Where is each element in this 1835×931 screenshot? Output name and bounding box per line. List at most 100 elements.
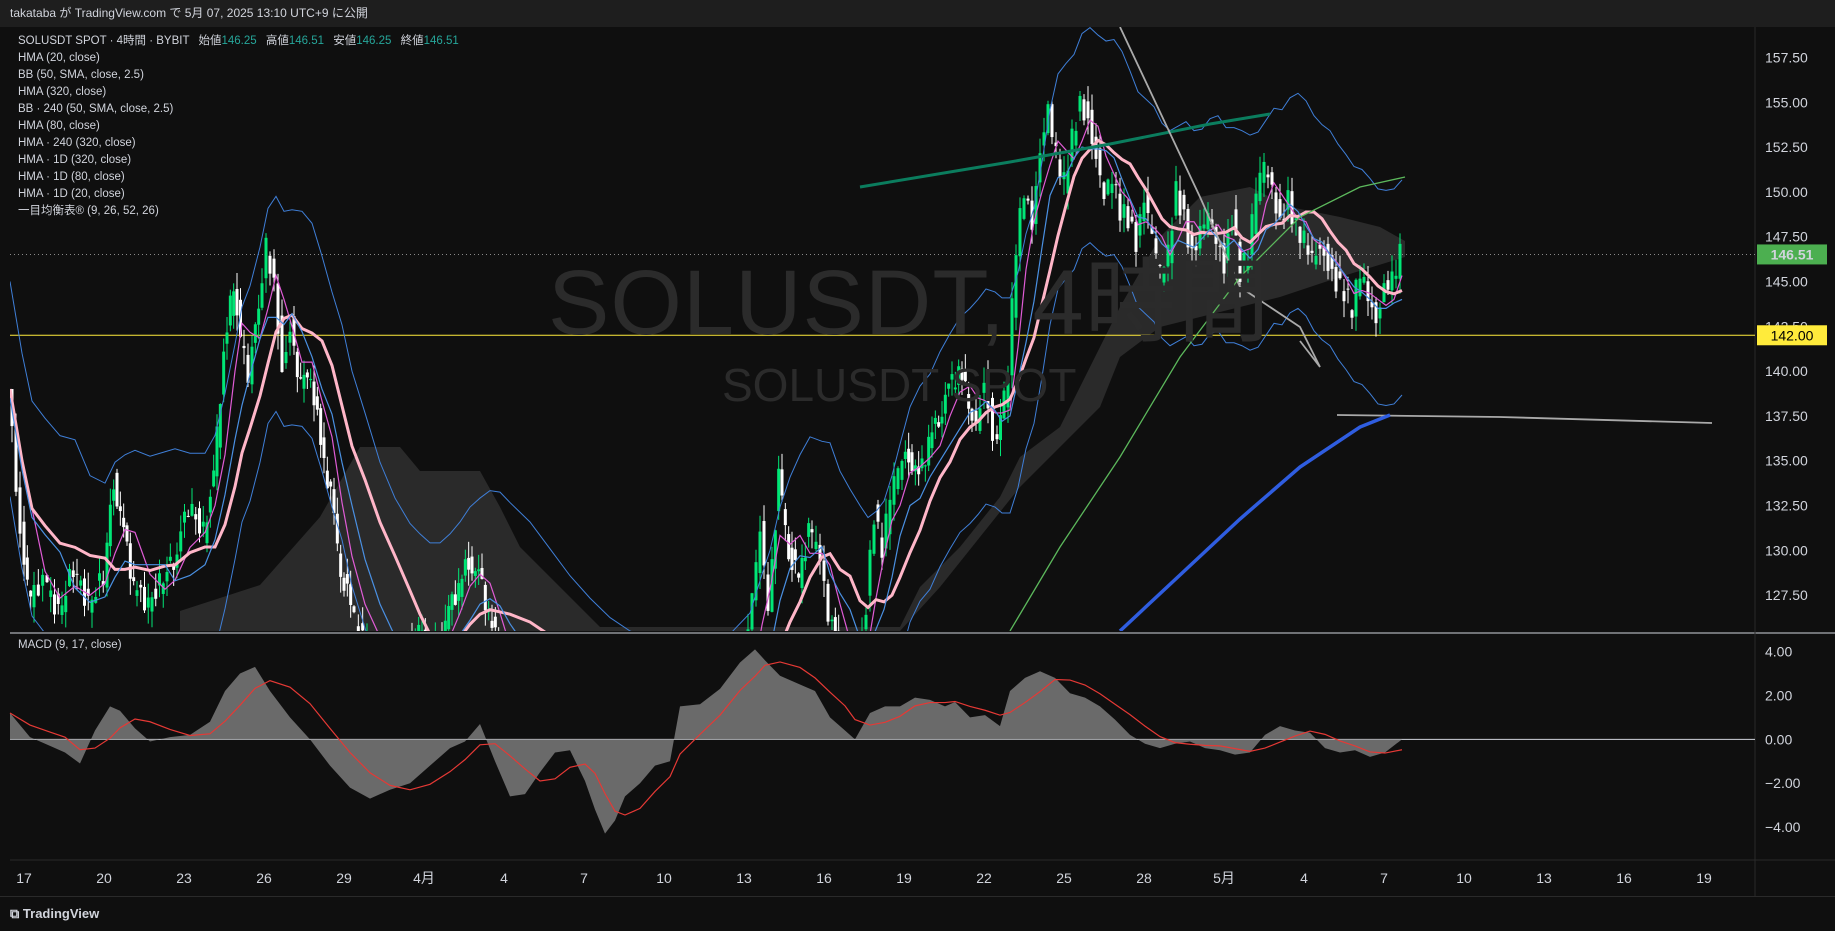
candle-body xyxy=(264,237,268,279)
time-tick-label: 25 xyxy=(1056,870,1072,886)
candle-body xyxy=(1362,276,1366,283)
candle-body xyxy=(923,465,927,467)
candle-body xyxy=(1258,172,1262,202)
candle-body xyxy=(1098,148,1102,176)
candle-body xyxy=(1298,226,1302,243)
time-tick-label: 23 xyxy=(176,870,192,886)
candle-body xyxy=(1182,194,1186,210)
candle-body xyxy=(1078,95,1082,112)
candle-body xyxy=(880,537,884,558)
candle-body xyxy=(777,468,781,512)
macd-legend[interactable]: MACD (9, 17, close) xyxy=(18,639,122,651)
candle-body xyxy=(198,508,201,534)
time-tick-label: 10 xyxy=(656,870,672,886)
candle-body xyxy=(868,549,872,596)
candle-body xyxy=(453,594,457,605)
candle-body xyxy=(228,295,232,326)
candle-body xyxy=(1106,179,1110,195)
candle-body xyxy=(345,574,349,584)
candle-body xyxy=(1266,174,1270,178)
candle-body xyxy=(1346,288,1350,290)
macd-tick-label: 4.00 xyxy=(1765,644,1792,660)
legend-indicator[interactable]: 一目均衡表® (9, 26, 52, 26) xyxy=(18,203,459,220)
legend-high-label: 高値 xyxy=(265,35,289,47)
candle-body xyxy=(460,578,464,597)
legend-indicator[interactable]: BB (50, SMA, close, 2.5) xyxy=(18,67,459,84)
time-tick-label: 7 xyxy=(1380,870,1388,886)
candle-body xyxy=(1262,161,1266,183)
candle-body xyxy=(490,620,494,628)
legend-indicator[interactable]: HMA (320, close) xyxy=(18,84,459,101)
time-tick-label: 26 xyxy=(256,870,272,886)
candle-body xyxy=(128,543,132,579)
candle-body xyxy=(168,556,172,561)
macd-tick-label: −4.00 xyxy=(1765,819,1801,835)
candle-body xyxy=(810,529,814,533)
candle-body xyxy=(800,557,804,588)
legend-indicator[interactable]: HMA (80, close) xyxy=(18,118,459,135)
candle-body xyxy=(288,331,292,343)
candle-body xyxy=(139,584,143,588)
price-tick-label: 150.00 xyxy=(1765,184,1808,200)
legend-high: 146.51 xyxy=(288,35,325,47)
price-tick-label: 155.00 xyxy=(1765,94,1808,110)
candle-body xyxy=(470,556,474,574)
candle-body xyxy=(1398,243,1402,279)
candle-body xyxy=(60,605,64,615)
candle-body xyxy=(930,432,934,449)
legend-indicator[interactable]: BB · 240 (50, SMA, close, 2.5) xyxy=(18,101,459,118)
candle-body xyxy=(758,531,762,574)
candle-body xyxy=(284,352,288,364)
legend-indicator[interactable]: HMA · 1D (20, close) xyxy=(18,186,459,203)
candle-body xyxy=(822,560,826,581)
candle-body xyxy=(118,506,122,512)
legend-indicator[interactable]: HMA · 1D (320, close) xyxy=(18,152,459,169)
candle-body xyxy=(493,616,497,628)
legend: SOLUSDT SPOT · 4時間 · BYBIT 始値146.25 高値14… xyxy=(18,33,459,220)
candle-body xyxy=(783,509,787,526)
tradingview-logo-icon: ⧉ xyxy=(10,906,23,921)
candle-body xyxy=(115,472,119,507)
legend-indicator[interactable]: HMA · 240 (320, close) xyxy=(18,135,459,152)
legend-ohlc-row: SOLUSDT SPOT · 4時間 · BYBIT 始値146.25 高値14… xyxy=(18,33,459,50)
legend-indicator[interactable]: HMA (20, close) xyxy=(18,50,459,67)
legend-indicator[interactable]: HMA · 1D (80, close) xyxy=(18,169,459,186)
candle-body xyxy=(1394,275,1398,279)
candle-body xyxy=(299,377,303,379)
watermark-subtitle: SOLUSDT SPOT xyxy=(722,359,1077,411)
candle-body xyxy=(1110,183,1114,193)
tradingview-logo[interactable]: ⧉ TradingView xyxy=(10,906,99,922)
price-tick-label: 127.50 xyxy=(1765,587,1808,603)
time-tick-label: 13 xyxy=(736,870,752,886)
candle-body xyxy=(1130,216,1134,222)
candle-body xyxy=(302,374,306,389)
candle-body xyxy=(1378,307,1382,319)
price-tick-label: 135.00 xyxy=(1765,453,1808,469)
candle-body xyxy=(98,573,101,581)
candle-body xyxy=(463,559,467,576)
candle-body xyxy=(235,289,239,316)
candle-body xyxy=(1178,190,1182,216)
candle-body xyxy=(1306,245,1310,255)
candle-body xyxy=(165,572,169,582)
price-tick-label: 140.00 xyxy=(1765,363,1808,379)
candle-body xyxy=(253,324,257,343)
price-tick-label: 132.50 xyxy=(1765,498,1808,514)
candle-body xyxy=(64,595,68,613)
candle-body xyxy=(1082,99,1086,121)
macd-tick-label: 0.00 xyxy=(1765,731,1792,747)
time-tick-label: 16 xyxy=(816,870,832,886)
legend-open: 146.25 xyxy=(221,35,257,47)
candle-body xyxy=(71,570,75,578)
candle-body xyxy=(814,541,818,549)
candle-body xyxy=(467,557,471,570)
candle-body xyxy=(186,515,190,517)
candle-body xyxy=(183,511,186,523)
candle-body xyxy=(41,574,45,586)
candle-body xyxy=(896,468,900,490)
candle-body xyxy=(797,573,801,578)
candle-body xyxy=(1122,204,1126,218)
candle-body xyxy=(79,580,83,586)
time-tick-label: 22 xyxy=(976,870,992,886)
macd-tick-label: 2.00 xyxy=(1765,687,1792,703)
